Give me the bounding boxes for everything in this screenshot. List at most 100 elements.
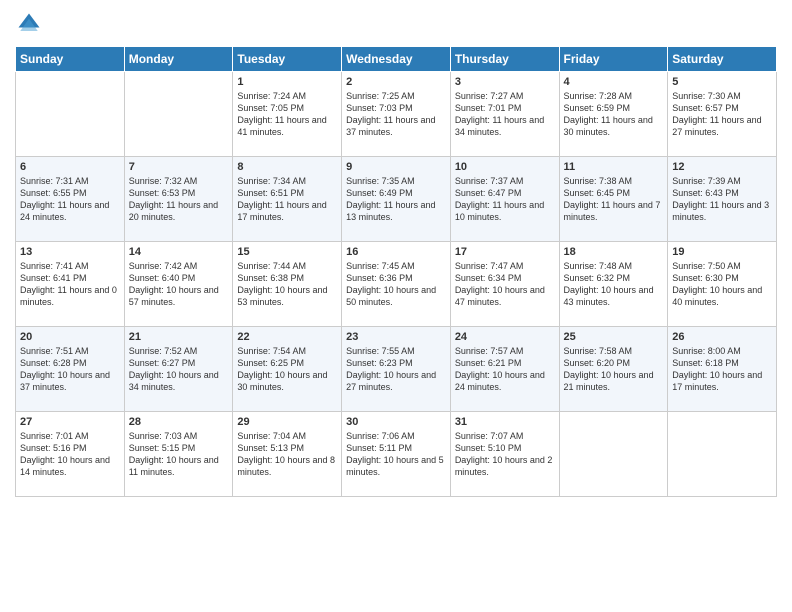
calendar-cell: 1 Sunrise: 7:24 AMSunset: 7:05 PMDaylight…: [233, 72, 342, 157]
cell-details: Sunrise: 7:06 AMSunset: 5:11 PMDaylight:…: [346, 430, 446, 479]
cell-details: Sunrise: 7:37 AMSunset: 6:47 PMDaylight:…: [455, 175, 555, 224]
cell-details: Sunrise: 7:45 AMSunset: 6:36 PMDaylight:…: [346, 260, 446, 309]
calendar-cell: [124, 72, 233, 157]
cell-details: Sunrise: 7:01 AMSunset: 5:16 PMDaylight:…: [20, 430, 120, 479]
weekday-header-thursday: Thursday: [450, 47, 559, 72]
calendar-cell: 29 Sunrise: 7:04 AMSunset: 5:13 PMDayligh…: [233, 412, 342, 497]
cell-details: Sunrise: 7:25 AMSunset: 7:03 PMDaylight:…: [346, 90, 446, 139]
calendar-table: SundayMondayTuesdayWednesdayThursdayFrid…: [15, 46, 777, 497]
calendar-cell: 13Sunrise: 7:41 AMSunset: 6:41 PMDayligh…: [16, 242, 125, 327]
day-number: 1: [237, 76, 337, 88]
cell-details: Sunrise: 7:03 AMSunset: 5:15 PMDaylight:…: [129, 430, 229, 479]
calendar-cell: 26Sunrise: 8:00 AMSunset: 6:18 PMDayligh…: [668, 327, 777, 412]
cell-details: Sunrise: 7:44 AMSunset: 6:38 PMDaylight:…: [237, 260, 337, 309]
day-number: 5: [672, 76, 772, 88]
day-number: 4: [564, 76, 664, 88]
day-number: 8: [237, 161, 337, 173]
cell-details: Sunrise: 7:30 AMSunset: 6:57 PMDaylight:…: [672, 90, 772, 139]
calendar-cell: 19 Sunrise: 7:50 AMSunset: 6:30 PMDayligh…: [668, 242, 777, 327]
day-number: 2: [346, 76, 446, 88]
day-number: 9: [346, 161, 446, 173]
cell-details: Sunrise: 7:24 AMSunset: 7:05 PMDaylight:…: [237, 90, 337, 139]
cell-details: Sunrise: 7:07 AMSunset: 5:10 PMDaylight:…: [455, 430, 555, 479]
cell-details: Sunrise: 7:55 AMSunset: 6:23 PMDaylight:…: [346, 345, 446, 394]
day-number: 3: [455, 76, 555, 88]
week-row-5: 27 Sunrise: 7:01 AMSunset: 5:16 PMDayligh…: [16, 412, 777, 497]
calendar-cell: 3 Sunrise: 7:27 AMSunset: 7:01 PMDaylight…: [450, 72, 559, 157]
day-number: 20: [20, 331, 120, 343]
weekday-header-tuesday: Tuesday: [233, 47, 342, 72]
weekday-header-wednesday: Wednesday: [342, 47, 451, 72]
calendar-cell: 2 Sunrise: 7:25 AMSunset: 7:03 PMDaylight…: [342, 72, 451, 157]
cell-details: Sunrise: 7:34 AMSunset: 6:51 PMDaylight:…: [237, 175, 337, 224]
calendar-cell: 7 Sunrise: 7:32 AMSunset: 6:53 PMDaylight…: [124, 157, 233, 242]
cell-details: Sunrise: 7:39 AMSunset: 6:43 PMDaylight:…: [672, 175, 772, 224]
day-number: 7: [129, 161, 229, 173]
day-number: 14: [129, 246, 229, 258]
cell-details: Sunrise: 7:38 AMSunset: 6:45 PMDaylight:…: [564, 175, 664, 224]
calendar-cell: 9 Sunrise: 7:35 AMSunset: 6:49 PMDaylight…: [342, 157, 451, 242]
calendar-cell: 25 Sunrise: 7:58 AMSunset: 6:20 PMDayligh…: [559, 327, 668, 412]
day-number: 27: [20, 416, 120, 428]
day-number: 25: [564, 331, 664, 343]
day-number: 19: [672, 246, 772, 258]
weekday-header-friday: Friday: [559, 47, 668, 72]
weekday-header-saturday: Saturday: [668, 47, 777, 72]
day-number: 23: [346, 331, 446, 343]
calendar-cell: 28 Sunrise: 7:03 AMSunset: 5:15 PMDayligh…: [124, 412, 233, 497]
day-number: 28: [129, 416, 229, 428]
calendar-cell: 30 Sunrise: 7:06 AMSunset: 5:11 PMDayligh…: [342, 412, 451, 497]
cell-details: Sunrise: 7:42 AMSunset: 6:40 PMDaylight:…: [129, 260, 229, 309]
day-number: 6: [20, 161, 120, 173]
calendar-cell: 24 Sunrise: 7:57 AMSunset: 6:21 PMDayligh…: [450, 327, 559, 412]
calendar-cell: 11 Sunrise: 7:38 AMSunset: 6:45 PMDayligh…: [559, 157, 668, 242]
week-row-2: 6Sunrise: 7:31 AMSunset: 6:55 PMDaylight…: [16, 157, 777, 242]
calendar-cell: [559, 412, 668, 497]
cell-details: Sunrise: 7:57 AMSunset: 6:21 PMDaylight:…: [455, 345, 555, 394]
day-number: 18: [564, 246, 664, 258]
cell-details: Sunrise: 7:50 AMSunset: 6:30 PMDaylight:…: [672, 260, 772, 309]
day-number: 22: [237, 331, 337, 343]
day-number: 30: [346, 416, 446, 428]
calendar-cell: 20Sunrise: 7:51 AMSunset: 6:28 PMDayligh…: [16, 327, 125, 412]
cell-details: Sunrise: 7:35 AMSunset: 6:49 PMDaylight:…: [346, 175, 446, 224]
day-number: 29: [237, 416, 337, 428]
page: SundayMondayTuesdayWednesdayThursdayFrid…: [0, 0, 792, 612]
calendar-cell: 14 Sunrise: 7:42 AMSunset: 6:40 PMDayligh…: [124, 242, 233, 327]
cell-details: Sunrise: 7:28 AMSunset: 6:59 PMDaylight:…: [564, 90, 664, 139]
weekday-header-sunday: Sunday: [16, 47, 125, 72]
cell-details: Sunrise: 7:54 AMSunset: 6:25 PMDaylight:…: [237, 345, 337, 394]
logo: [15, 10, 47, 38]
calendar-cell: [668, 412, 777, 497]
day-number: 12: [672, 161, 772, 173]
calendar-cell: 27 Sunrise: 7:01 AMSunset: 5:16 PMDayligh…: [16, 412, 125, 497]
calendar-cell: 23 Sunrise: 7:55 AMSunset: 6:23 PMDayligh…: [342, 327, 451, 412]
day-number: 24: [455, 331, 555, 343]
day-number: 10: [455, 161, 555, 173]
calendar-cell: 10 Sunrise: 7:37 AMSunset: 6:47 PMDayligh…: [450, 157, 559, 242]
calendar-cell: 18 Sunrise: 7:48 AMSunset: 6:32 PMDayligh…: [559, 242, 668, 327]
calendar-cell: 6Sunrise: 7:31 AMSunset: 6:55 PMDaylight…: [16, 157, 125, 242]
calendar-cell: 22 Sunrise: 7:54 AMSunset: 6:25 PMDayligh…: [233, 327, 342, 412]
calendar-cell: 8 Sunrise: 7:34 AMSunset: 6:51 PMDaylight…: [233, 157, 342, 242]
calendar-cell: 5 Sunrise: 7:30 AMSunset: 6:57 PMDaylight…: [668, 72, 777, 157]
calendar-cell: 15Sunrise: 7:44 AMSunset: 6:38 PMDayligh…: [233, 242, 342, 327]
weekday-header-row: SundayMondayTuesdayWednesdayThursdayFrid…: [16, 47, 777, 72]
cell-details: Sunrise: 7:41 AMSunset: 6:41 PMDaylight:…: [20, 260, 120, 309]
cell-details: Sunrise: 7:04 AMSunset: 5:13 PMDaylight:…: [237, 430, 337, 479]
cell-details: Sunrise: 7:27 AMSunset: 7:01 PMDaylight:…: [455, 90, 555, 139]
week-row-4: 20Sunrise: 7:51 AMSunset: 6:28 PMDayligh…: [16, 327, 777, 412]
day-number: 11: [564, 161, 664, 173]
calendar-cell: 21 Sunrise: 7:52 AMSunset: 6:27 PMDayligh…: [124, 327, 233, 412]
day-number: 21: [129, 331, 229, 343]
day-number: 16: [346, 246, 446, 258]
cell-details: Sunrise: 7:58 AMSunset: 6:20 PMDaylight:…: [564, 345, 664, 394]
calendar-cell: 12 Sunrise: 7:39 AMSunset: 6:43 PMDayligh…: [668, 157, 777, 242]
cell-details: Sunrise: 7:48 AMSunset: 6:32 PMDaylight:…: [564, 260, 664, 309]
cell-details: Sunrise: 7:32 AMSunset: 6:53 PMDaylight:…: [129, 175, 229, 224]
day-number: 26: [672, 331, 772, 343]
calendar-cell: 16 Sunrise: 7:45 AMSunset: 6:36 PMDayligh…: [342, 242, 451, 327]
cell-details: Sunrise: 7:52 AMSunset: 6:27 PMDaylight:…: [129, 345, 229, 394]
header: [15, 10, 777, 38]
day-number: 17: [455, 246, 555, 258]
